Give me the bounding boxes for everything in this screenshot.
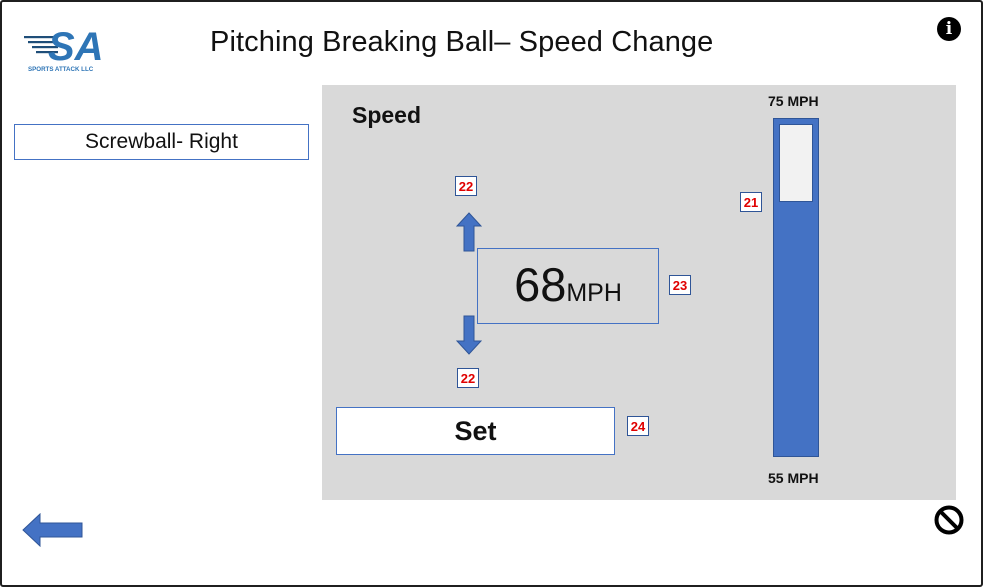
speed-unit: MPH [566, 279, 622, 307]
page-title: Pitching Breaking Ball– Speed Change [210, 26, 714, 58]
logo-mark: SA [48, 25, 104, 69]
speed-level-bar[interactable] [773, 118, 819, 457]
callout-set-button: 24 [627, 416, 649, 436]
scale-max-label: 75 MPH [768, 93, 819, 109]
speed-level-remaining [779, 124, 813, 202]
callout-speed-scale: 21 [740, 192, 762, 212]
speed-display: 68 MPH [477, 248, 659, 324]
callout-speed-display: 23 [669, 275, 691, 295]
pitch-type-selector[interactable]: Screwball- Right [14, 124, 309, 160]
callout-up-arrow: 22 [455, 176, 477, 196]
callout-down-arrow: 22 [457, 368, 479, 388]
back-arrow-icon[interactable] [22, 513, 84, 547]
cancel-icon[interactable] [933, 504, 965, 536]
sports-attack-logo: SA SPORTS ATTACK LLC [24, 25, 104, 73]
scale-min-label: 55 MPH [768, 470, 819, 486]
pitch-type-label: Screwball- Right [85, 130, 238, 153]
speed-up-arrow-icon[interactable] [456, 212, 482, 252]
info-icon[interactable]: i [937, 17, 961, 41]
set-button[interactable]: Set [336, 407, 615, 455]
speed-label: Speed [352, 102, 422, 128]
logo-subtext: SPORTS ATTACK LLC [28, 66, 94, 73]
speed-value: 68 [514, 258, 567, 311]
set-button-label: Set [454, 415, 497, 446]
